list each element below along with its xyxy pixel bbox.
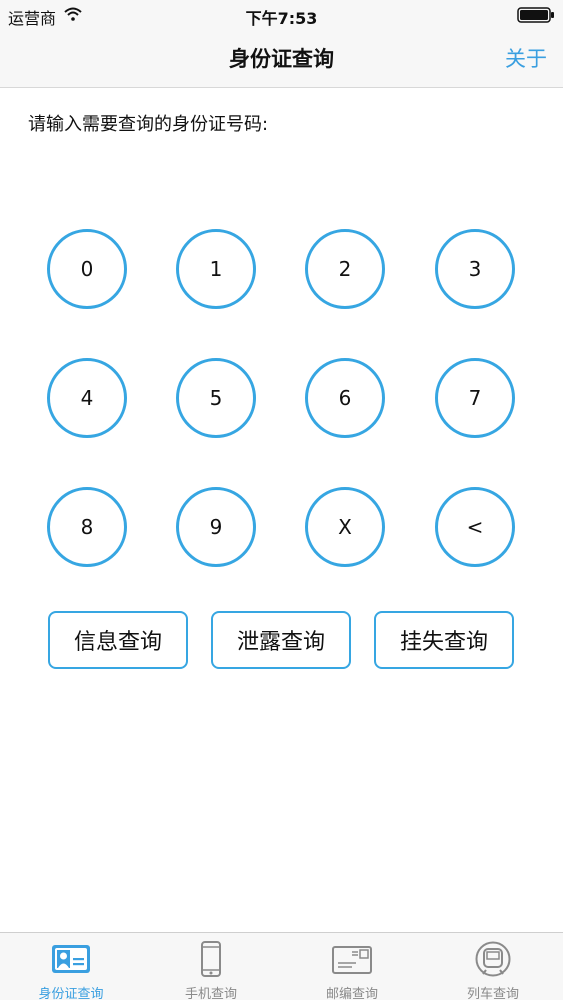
query-actions: 信息查询 泄露查询 挂失查询 — [48, 611, 516, 671]
page-title: 身份证查询 — [229, 47, 334, 71]
key-9[interactable]: 9 — [176, 487, 256, 567]
id-card-icon — [52, 945, 90, 973]
battery-icon — [517, 7, 554, 23]
loss-query-button[interactable]: 挂失查询 — [374, 611, 514, 669]
key-6[interactable]: 6 — [305, 358, 385, 438]
envelope-icon — [332, 946, 372, 974]
id-number-prompt: 请输入需要查询的身份证号码: — [28, 114, 269, 135]
key-backspace[interactable]: < — [435, 487, 515, 567]
key-x[interactable]: X — [305, 487, 385, 567]
key-3[interactable]: 3 — [435, 229, 515, 309]
leak-query-button[interactable]: 泄露查询 — [211, 611, 351, 669]
tab-postcode[interactable]: 邮编查询 — [282, 933, 422, 1000]
phone-icon — [201, 941, 221, 977]
tab-label-id-card: 身份证查询 — [38, 987, 104, 1000]
tab-id-card[interactable]: 身份证查询 — [1, 933, 141, 1000]
tab-phone[interactable]: 手机查询 — [141, 933, 281, 1000]
train-icon — [475, 941, 511, 977]
navigation-bar: 身份证查询 关于 — [0, 30, 563, 88]
tab-label-phone: 手机查询 — [184, 987, 237, 1000]
keypad: 0 1 2 3 4 5 6 7 8 9 X < — [47, 229, 517, 567]
about-button[interactable]: 关于 — [505, 43, 547, 73]
key-4[interactable]: 4 — [47, 358, 127, 438]
key-7[interactable]: 7 — [435, 358, 515, 438]
key-2[interactable]: 2 — [305, 229, 385, 309]
tab-train[interactable]: 列车查询 — [423, 933, 563, 1000]
tab-bar: 身份证查询 手机查询 邮编查询 列车查询 — [0, 932, 563, 1000]
status-time: 下午7:53 — [245, 9, 318, 28]
key-5[interactable]: 5 — [176, 358, 256, 438]
tab-label-train: 列车查询 — [466, 987, 519, 1000]
info-query-button[interactable]: 信息查询 — [48, 611, 188, 669]
status-bar: 运营商 下午7:53 — [0, 0, 563, 30]
key-8[interactable]: 8 — [47, 487, 127, 567]
key-1[interactable]: 1 — [176, 229, 256, 309]
key-0[interactable]: 0 — [47, 229, 127, 309]
tab-label-postcode: 邮编查询 — [325, 987, 378, 1000]
